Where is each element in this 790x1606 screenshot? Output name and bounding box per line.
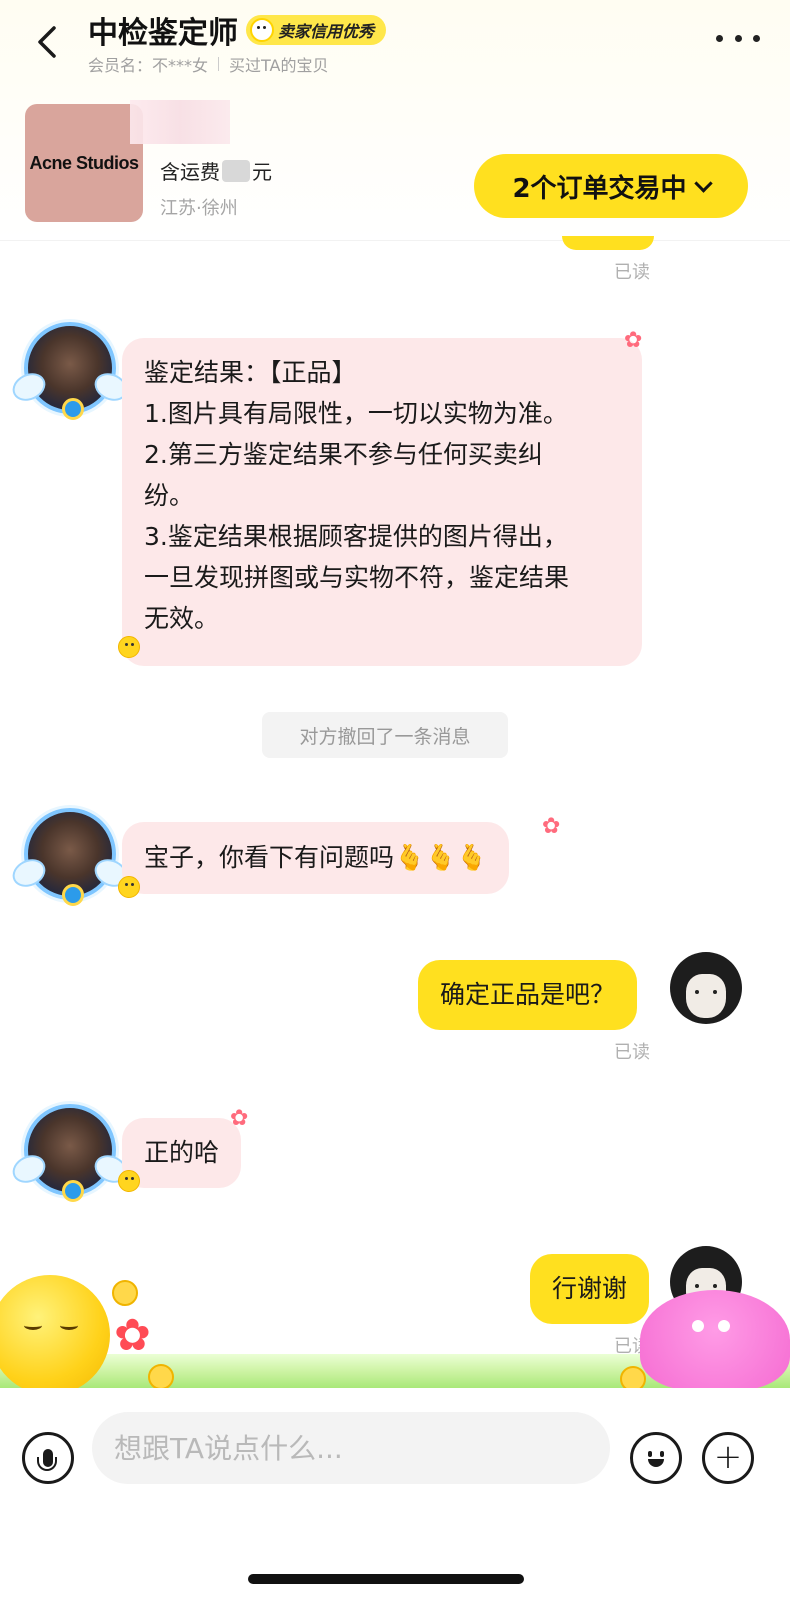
home-indicator[interactable]	[248, 1574, 524, 1584]
emoji-button[interactable]	[630, 1432, 682, 1484]
chick-icon	[118, 1170, 140, 1192]
message-line: 1.图片具有局限性，一切以实物为准。	[144, 399, 568, 428]
mascot-eyes	[692, 1320, 704, 1332]
orders-button-label: 2个订单交易中	[512, 173, 687, 204]
message-text: 确定正品是吧？	[440, 980, 616, 1009]
divider	[218, 57, 220, 71]
previous-message-bubble[interactable]	[562, 236, 654, 250]
message-line: 3.鉴定结果根据顾客提供的图片得出，	[144, 522, 568, 551]
gem-decoration	[62, 398, 84, 420]
redacted-title	[130, 100, 230, 144]
wing-decoration	[8, 1150, 50, 1188]
message-input[interactable]	[92, 1412, 610, 1484]
seller-avatar[interactable]	[8, 322, 132, 420]
more-icon-dot	[753, 34, 760, 42]
mascot-eye	[24, 1321, 42, 1330]
back-button[interactable]	[28, 18, 68, 66]
flower-icon	[542, 814, 562, 839]
emoji-icon	[643, 1445, 669, 1471]
flower-decoration	[114, 1310, 154, 1361]
product-thumbnail[interactable]: Acne Studios	[25, 104, 143, 222]
more-icon-dot	[734, 34, 742, 42]
message-line: 无效。	[144, 604, 220, 633]
chick-icon	[118, 876, 140, 898]
message-line: 鉴定结果：【正品】	[144, 358, 357, 387]
flower-icon	[624, 328, 644, 353]
read-receipt: 已读	[614, 1042, 650, 1063]
chick-icon	[118, 636, 140, 658]
gem-decoration	[62, 884, 84, 906]
price-prefix: 含运费	[160, 160, 220, 184]
product-logo-text: Acne Studios	[29, 152, 139, 173]
more-icon-dot	[716, 34, 723, 42]
mascot-octopus-decoration	[640, 1290, 790, 1390]
more-actions-button[interactable]: +	[702, 1432, 754, 1484]
member-info: 会员名：不***女 买过TA的宝贝	[88, 52, 329, 76]
coin-decoration	[148, 1364, 174, 1390]
message-bubble[interactable]: 鉴定结果：【正品】 1.图片具有局限性，一切以实物为准。 2.第三方鉴定结果不参…	[122, 338, 642, 666]
flower-icon	[230, 1106, 250, 1131]
member-name: 会员名：不***女	[88, 56, 209, 75]
credit-badge-label: 卖家信用优秀	[278, 22, 375, 41]
title-row: 中检鉴定师 卖家信用优秀	[88, 8, 387, 52]
seller-avatar[interactable]	[8, 1104, 132, 1202]
mascot-eye	[60, 1321, 78, 1330]
page-title[interactable]: 中检鉴定师	[88, 8, 238, 52]
back-icon	[38, 26, 56, 58]
chevron-down-icon	[693, 173, 713, 193]
gem-decoration	[62, 1180, 84, 1202]
price-suffix: 元	[252, 160, 272, 184]
message-bubble-own[interactable]: 行谢谢	[530, 1254, 650, 1324]
message-line: 一旦发现拼图或与实物不符，鉴定结果	[144, 563, 570, 592]
my-avatar[interactable]	[670, 952, 742, 1024]
voice-button[interactable]	[22, 1432, 74, 1484]
read-receipt: 已读	[614, 262, 650, 283]
chick-icon	[250, 18, 274, 42]
avatar-face	[686, 974, 726, 1018]
microphone-icon	[37, 1449, 57, 1471]
message-text: 行谢谢	[552, 1274, 628, 1303]
message-bubble-own[interactable]: 确定正品是吧？	[418, 960, 638, 1030]
plus-icon: +	[713, 1437, 743, 1477]
message-line: 2.第三方鉴定结果不参与任何买卖纠	[144, 440, 543, 469]
product-location: 江苏·徐州	[160, 198, 238, 219]
bought-link[interactable]: 买过TA的宝贝	[229, 52, 328, 76]
message-text: 宝子，你看下有问题吗🫰🫰🫰	[144, 843, 488, 872]
chat-header: 中检鉴定师 卖家信用优秀 会员名：不***女 买过TA的宝贝 Acne Stud…	[0, 0, 790, 241]
recalled-message-notice: 对方撤回了一条消息	[262, 712, 508, 758]
seller-avatar[interactable]	[8, 808, 132, 906]
message-text: 正的哈	[144, 1138, 220, 1167]
more-button[interactable]	[716, 26, 760, 50]
message-line: 纷。	[144, 481, 195, 510]
message-bubble[interactable]: 宝子，你看下有问题吗🫰🫰🫰	[122, 822, 510, 894]
coin-decoration	[112, 1280, 138, 1306]
orders-button[interactable]: 2个订单交易中	[474, 154, 748, 218]
message-bubble[interactable]: 正的哈	[122, 1118, 242, 1188]
product-price[interactable]: 含运费 元	[160, 156, 272, 185]
wing-decoration	[8, 368, 50, 406]
redacted-price	[222, 159, 250, 182]
credit-badge[interactable]: 卖家信用优秀	[246, 15, 387, 45]
wing-decoration	[8, 854, 50, 892]
